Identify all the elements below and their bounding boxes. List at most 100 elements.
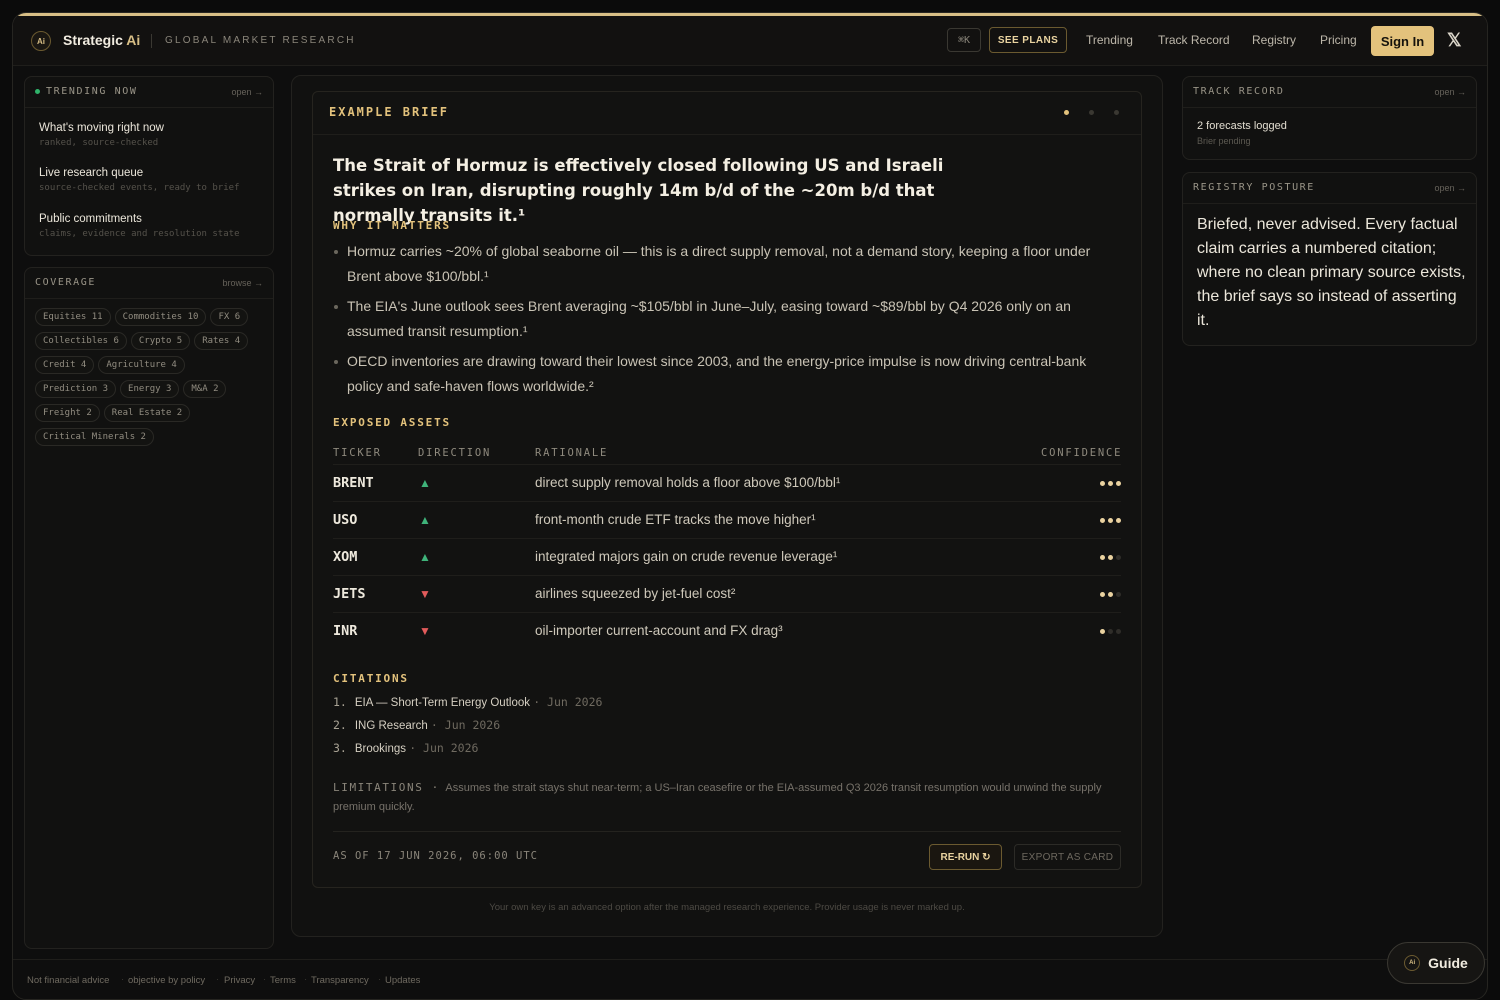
column-header-direction: DIRECTION bbox=[418, 447, 492, 459]
list-item: Hormuz carries ~20% of global seaborne o… bbox=[333, 239, 1123, 288]
trending-item-sub: claims, evidence and resolution state bbox=[39, 229, 240, 239]
coverage-chip[interactable]: Collectibles 6 bbox=[35, 332, 127, 350]
footer-link[interactable]: Transparency bbox=[311, 975, 369, 986]
guide-button[interactable]: Ai Guide bbox=[1387, 942, 1485, 984]
coverage-chip[interactable]: Critical Minerals 2 bbox=[35, 428, 154, 446]
coverage-chip[interactable]: Real Estate 2 bbox=[103, 404, 191, 422]
table-row[interactable]: USO ▲ front-month crude ETF tracks the mov… bbox=[333, 501, 1121, 538]
confidence-dot bbox=[1116, 555, 1121, 560]
trending-item[interactable]: Public commitments claims, evidence and … bbox=[39, 213, 239, 239]
nav-registry[interactable]: Registry bbox=[1252, 33, 1296, 47]
track-record-open-link[interactable]: open → bbox=[1434, 87, 1466, 97]
coverage-chip[interactable]: Energy 3 bbox=[120, 380, 180, 398]
coverage-chip[interactable]: FX 6 bbox=[210, 308, 249, 326]
asset-rationale: front-month crude ETF tracks the move hi… bbox=[535, 512, 816, 527]
citation-source: ING Research bbox=[354, 720, 428, 732]
brand-name[interactable]: Strategic Ai bbox=[63, 32, 140, 48]
trending-item[interactable]: What's moving right now ranked, source-c… bbox=[39, 122, 164, 148]
footer-link[interactable]: Privacy bbox=[224, 975, 255, 986]
citation-item[interactable]: 3. Brookings · Jun 2026 bbox=[333, 741, 602, 756]
why-it-matters-list: Hormuz carries ~20% of global seaborne o… bbox=[333, 239, 1123, 404]
see-plans-button[interactable]: SEE PLANS bbox=[989, 27, 1067, 53]
x-social-icon[interactable]: 𝕏 bbox=[1447, 30, 1462, 51]
divider bbox=[313, 134, 1141, 135]
nav-track-record[interactable]: Track Record bbox=[1158, 33, 1230, 47]
trending-title-text: TRENDING NOW bbox=[46, 86, 138, 97]
coverage-chip[interactable]: Rates 4 bbox=[194, 332, 249, 350]
footer-separator: · bbox=[378, 974, 382, 985]
confidence-dot bbox=[1100, 518, 1105, 523]
coverage-chip[interactable]: M&A 2 bbox=[183, 380, 227, 398]
confidence-dot bbox=[1100, 555, 1105, 560]
confidence-dots bbox=[1100, 629, 1121, 634]
carousel-dot[interactable] bbox=[1114, 110, 1119, 115]
citation-number: 1. bbox=[333, 695, 347, 709]
list-item: OECD inventories are drawing toward thei… bbox=[333, 349, 1123, 398]
coverage-chip[interactable]: Freight 2 bbox=[35, 404, 100, 422]
why-it-matters-title: WHY IT MATTERS bbox=[333, 219, 451, 232]
export-card-button[interactable]: EXPORT AS CARD bbox=[1014, 844, 1121, 870]
trending-item-sub: ranked, source-checked bbox=[39, 138, 159, 148]
confidence-dot bbox=[1108, 555, 1113, 560]
trending-item[interactable]: Live research queue source-checked event… bbox=[39, 167, 239, 193]
table-row[interactable]: XOM ▲ integrated majors gain on crude reve… bbox=[333, 538, 1121, 575]
table-row[interactable]: INR ▼ oil-importer current-account and FX … bbox=[333, 612, 1121, 649]
nav-pricing[interactable]: Pricing bbox=[1320, 33, 1357, 47]
registry-open-link[interactable]: open → bbox=[1434, 183, 1466, 193]
footer-link[interactable]: Not financial advice bbox=[27, 975, 109, 986]
confidence-dots bbox=[1100, 555, 1121, 560]
coverage-chip[interactable]: Commodities 10 bbox=[114, 308, 207, 326]
brand-logo-icon[interactable]: Ai bbox=[31, 31, 51, 51]
command-palette-button[interactable]: ⌘K bbox=[947, 28, 981, 52]
confidence-dot bbox=[1100, 592, 1105, 597]
arrow-down-icon: ▼ bbox=[419, 624, 431, 638]
coverage-chip[interactable]: Crypto 5 bbox=[130, 332, 191, 350]
guide-logo-icon: Ai bbox=[1404, 955, 1421, 971]
limitations-text: Assumes the strait stays shut near-term;… bbox=[333, 782, 1102, 813]
arrow-up-icon: ▲ bbox=[419, 476, 431, 490]
sign-in-button[interactable]: Sign In bbox=[1371, 26, 1434, 56]
rerun-button[interactable]: RE-RUN ↻ bbox=[929, 844, 1002, 870]
footer-separator: · bbox=[121, 974, 125, 985]
app-frame: Ai Strategic Ai GLOBAL MARKET RESEARCH ⌘… bbox=[12, 12, 1488, 1000]
coverage-chip[interactable]: Agriculture 4 bbox=[98, 356, 185, 374]
carousel-dot[interactable] bbox=[1064, 110, 1069, 115]
arrow-down-icon: ▼ bbox=[419, 587, 431, 601]
divider bbox=[25, 107, 273, 108]
asset-ticker: XOM bbox=[333, 549, 358, 565]
coverage-chip[interactable]: Equities 11 bbox=[35, 308, 111, 326]
exposed-assets-title: EXPOSED ASSETS bbox=[333, 416, 451, 429]
live-dot-icon bbox=[35, 88, 40, 94]
carousel-dot[interactable] bbox=[1089, 110, 1094, 115]
coverage-chip[interactable]: Credit 4 bbox=[35, 356, 95, 374]
asset-ticker: USO bbox=[333, 512, 358, 528]
table-row[interactable]: BRENT ▲ direct supply removal holds a floo… bbox=[333, 464, 1121, 501]
asset-ticker: BRENT bbox=[333, 475, 374, 491]
coverage-browse-link[interactable]: browse → bbox=[222, 278, 263, 288]
coverage-chip[interactable]: Prediction 3 bbox=[35, 380, 117, 398]
divider bbox=[1183, 107, 1476, 108]
citation-item[interactable]: 2. ING Research · Jun 2026 bbox=[333, 718, 602, 733]
coverage-chip-list: Equities 11 Commodities 10 FX 6 Collecti… bbox=[35, 308, 265, 446]
citation-date: · Jun 2026 bbox=[409, 741, 479, 755]
footer-link[interactable]: objective by policy bbox=[128, 975, 205, 986]
limitations-label: LIMITATIONS · bbox=[333, 781, 440, 794]
confidence-dot bbox=[1108, 592, 1113, 597]
citation-item[interactable]: 1. EIA — Short-Term Energy Outlook · Jun … bbox=[333, 695, 602, 710]
column-header-ticker: TICKER bbox=[333, 447, 382, 459]
footer-link[interactable]: Updates bbox=[385, 975, 420, 986]
list-item: The EIA's June outlook sees Brent averag… bbox=[333, 294, 1123, 343]
top-header: Ai Strategic Ai GLOBAL MARKET RESEARCH ⌘… bbox=[13, 16, 1487, 66]
table-row[interactable]: JETS ▼ airlines squeezed by jet-fuel cost² bbox=[333, 575, 1121, 612]
asset-rationale: oil-importer current-account and FX drag… bbox=[535, 623, 783, 638]
track-record-panel: TRACK RECORD open → 2 forecasts logged B… bbox=[1182, 76, 1477, 160]
confidence-dot bbox=[1116, 592, 1121, 597]
citation-date: · Jun 2026 bbox=[430, 718, 501, 732]
trending-open-link[interactable]: open → bbox=[231, 87, 263, 97]
confidence-dot bbox=[1100, 629, 1105, 634]
nav-trending[interactable]: Trending bbox=[1086, 33, 1133, 47]
footer-link[interactable]: Terms bbox=[270, 975, 296, 986]
confidence-dot bbox=[1116, 629, 1121, 634]
brand-main: Strategic bbox=[63, 32, 123, 48]
asset-rationale: airlines squeezed by jet-fuel cost² bbox=[535, 586, 736, 601]
